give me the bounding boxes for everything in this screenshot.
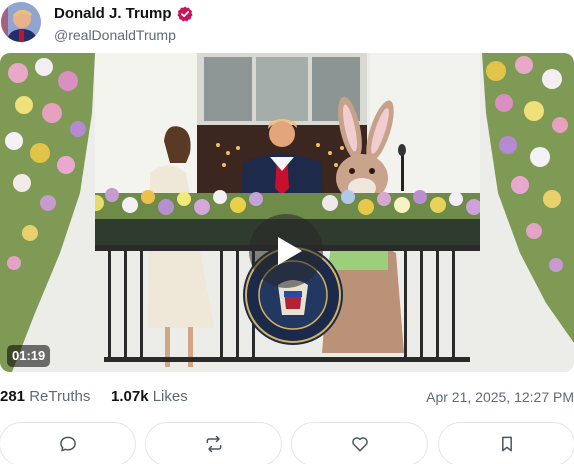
post-header: Donald J. Trump @realDonaldTrump (0, 0, 574, 50)
retruth-button[interactable] (145, 422, 282, 464)
bookmark-button[interactable] (438, 422, 574, 464)
bookmark-icon (501, 436, 512, 452)
like-button[interactable] (291, 422, 428, 464)
play-icon (249, 214, 323, 288)
video-player[interactable]: 01:19 (0, 53, 574, 372)
author-display-name[interactable]: Donald J. Trump (54, 5, 172, 22)
author-handle[interactable]: @realDonaldTrump (54, 27, 176, 43)
retruths-count[interactable]: 281 ReTruths (0, 388, 90, 405)
play-button[interactable] (248, 213, 324, 289)
post-stats: 281 ReTruths 1.07k Likes Apr 21, 2025, 1… (0, 388, 574, 408)
comment-icon (59, 436, 76, 452)
verified-badge-icon (176, 6, 193, 21)
likes-count[interactable]: 1.07k Likes (111, 388, 188, 405)
avatar[interactable] (1, 2, 41, 42)
post-timestamp[interactable]: Apr 21, 2025, 12:27 PM (426, 389, 574, 405)
video-duration: 01:19 (7, 345, 51, 367)
post-actions (0, 422, 574, 464)
heart-icon (351, 437, 368, 452)
reply-button[interactable] (0, 422, 136, 464)
repost-icon (206, 435, 221, 453)
